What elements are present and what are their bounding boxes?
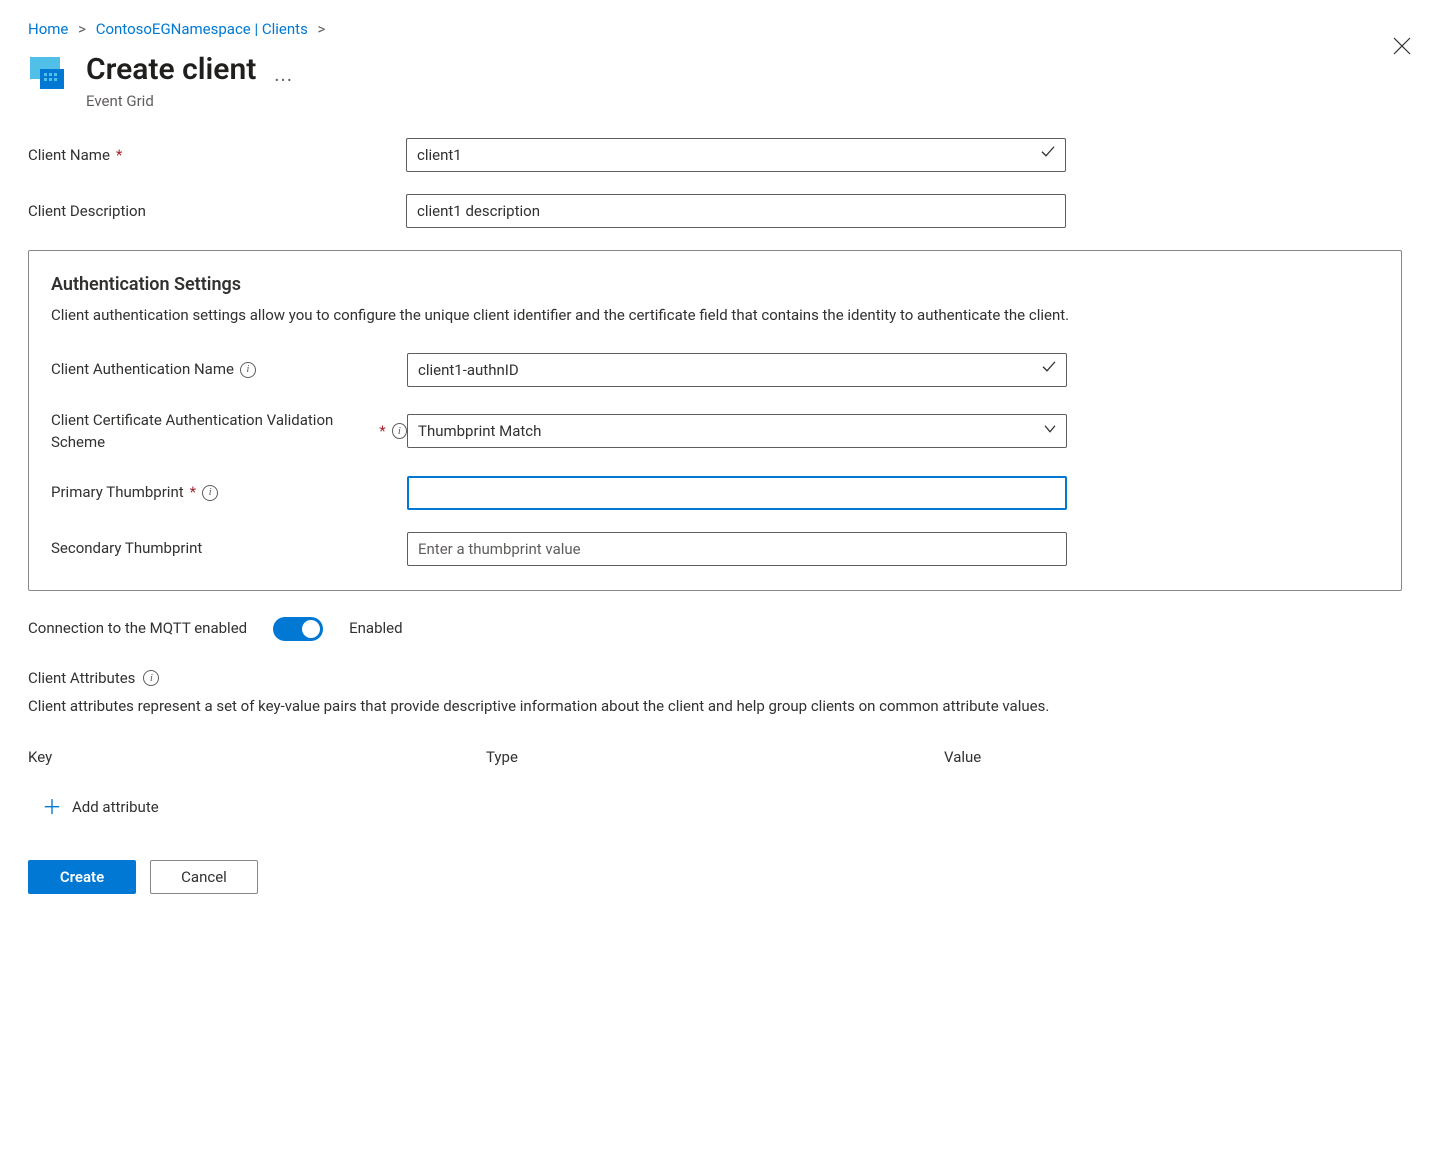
client-auth-name-row: Client Authentication Name i bbox=[51, 353, 1379, 387]
mqtt-label: Connection to the MQTT enabled bbox=[28, 617, 247, 640]
auth-description: Client authentication settings allow you… bbox=[51, 304, 1379, 327]
column-value: Value bbox=[944, 746, 1402, 769]
validation-scheme-row: Client Certificate Authentication Valida… bbox=[51, 409, 1379, 454]
cancel-button[interactable]: Cancel bbox=[150, 860, 258, 894]
breadcrumb-sep: > bbox=[78, 20, 86, 38]
authentication-settings-panel: Authentication Settings Client authentic… bbox=[28, 250, 1402, 591]
column-key: Key bbox=[28, 746, 486, 769]
secondary-thumbprint-row: Secondary Thumbprint bbox=[51, 532, 1379, 566]
secondary-thumbprint-input[interactable] bbox=[407, 532, 1067, 566]
secondary-thumbprint-label: Secondary Thumbprint bbox=[51, 537, 407, 560]
create-button[interactable]: Create bbox=[28, 860, 136, 894]
breadcrumb-sep: > bbox=[318, 20, 326, 38]
add-attribute-button[interactable]: ＋ Add attribute bbox=[28, 788, 163, 826]
client-attributes-description: Client attributes represent a set of key… bbox=[28, 695, 1402, 718]
info-icon[interactable]: i bbox=[240, 362, 256, 378]
client-attributes-header: Client Attributes i bbox=[28, 667, 1402, 690]
info-icon[interactable]: i bbox=[143, 670, 159, 686]
primary-thumbprint-input[interactable] bbox=[407, 476, 1067, 510]
page-subtitle: Event Grid bbox=[86, 90, 256, 113]
client-description-input[interactable] bbox=[406, 194, 1066, 228]
client-name-row: Client Name * bbox=[28, 138, 1402, 172]
breadcrumb: Home > ContosoEGNamespace | Clients > bbox=[28, 18, 1402, 41]
breadcrumb-namespace[interactable]: ContosoEGNamespace | Clients bbox=[96, 20, 308, 38]
plus-icon: ＋ bbox=[42, 792, 62, 822]
client-name-label: Client Name * bbox=[28, 144, 406, 167]
page-header: Create client Event Grid ··· bbox=[28, 53, 1402, 113]
auth-title: Authentication Settings bbox=[51, 271, 1379, 298]
required-indicator: * bbox=[116, 144, 122, 167]
required-indicator: * bbox=[190, 481, 196, 504]
info-icon[interactable]: i bbox=[392, 423, 407, 439]
info-icon[interactable]: i bbox=[202, 485, 218, 501]
client-auth-name-input[interactable] bbox=[407, 353, 1067, 387]
mqtt-toggle[interactable] bbox=[273, 617, 323, 641]
mqtt-connection-row: Connection to the MQTT enabled Enabled bbox=[28, 617, 1402, 641]
primary-thumbprint-row: Primary Thumbprint * i bbox=[51, 476, 1379, 510]
primary-thumbprint-label: Primary Thumbprint * i bbox=[51, 481, 407, 504]
client-attributes-title: Client Attributes bbox=[28, 667, 135, 690]
validation-scheme-label: Client Certificate Authentication Valida… bbox=[51, 409, 407, 454]
client-auth-name-label: Client Authentication Name i bbox=[51, 358, 407, 381]
client-description-label: Client Description bbox=[28, 200, 406, 223]
service-icon bbox=[28, 53, 68, 93]
breadcrumb-home[interactable]: Home bbox=[28, 20, 68, 38]
validation-scheme-select[interactable] bbox=[407, 414, 1067, 448]
page-title: Create client bbox=[86, 53, 256, 86]
required-indicator: * bbox=[379, 420, 385, 443]
client-name-input[interactable] bbox=[406, 138, 1066, 172]
more-actions-button[interactable]: ··· bbox=[274, 53, 293, 95]
mqtt-state-label: Enabled bbox=[349, 617, 402, 640]
attributes-table-header: Key Type Value bbox=[28, 746, 1402, 769]
client-description-row: Client Description bbox=[28, 194, 1402, 228]
add-attribute-label: Add attribute bbox=[72, 796, 159, 819]
column-type: Type bbox=[486, 746, 944, 769]
footer-actions: Create Cancel bbox=[28, 860, 1402, 894]
